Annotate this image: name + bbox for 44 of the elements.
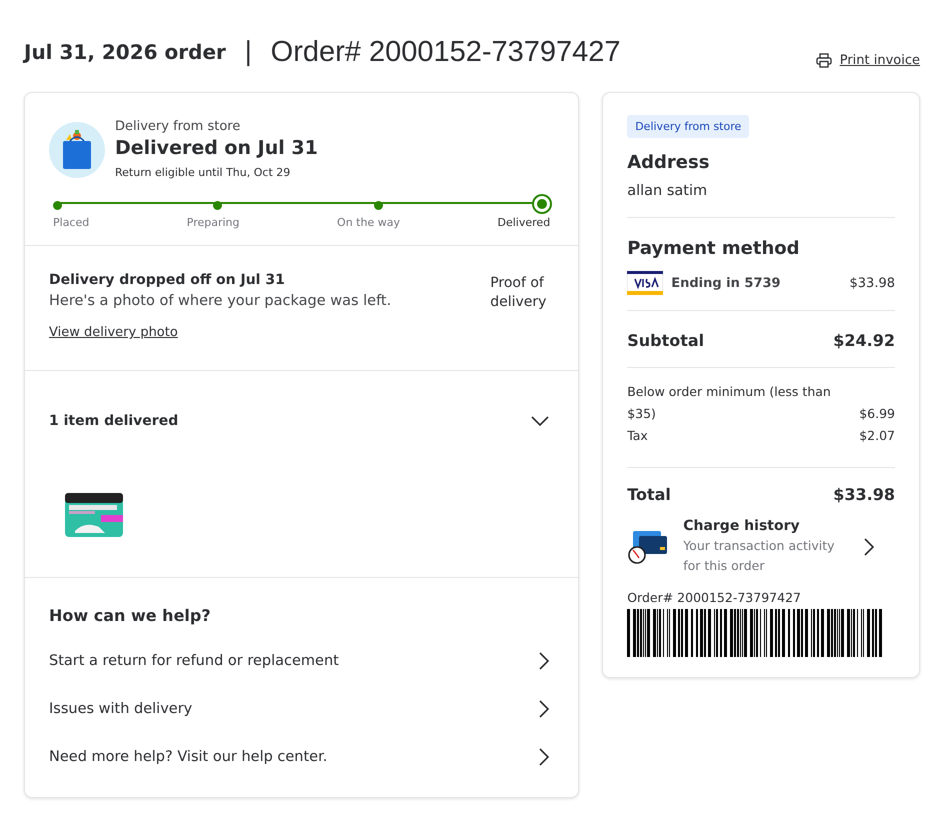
delivery-status-title: Delivered on Jul 31 [115,137,318,159]
subtotal-amount: $24.92 [833,331,895,350]
payment-method-title: Payment method [627,238,801,259]
fee-label: Below order minimum (less than $35) [627,383,832,423]
progress-step-label: Preparing [186,216,240,229]
progress-step-label: On the way [337,216,400,229]
card-ending-text: Ending in 5739 [671,276,782,290]
delivery-type-tag: Delivery from store [627,115,750,138]
product-package-drawing [65,493,123,539]
title-separator: | [244,37,253,67]
card-icon [627,271,664,295]
subtotal-label: Subtotal [627,331,704,350]
return-eligibility-text: Return eligible until Thu, Oct 29 [115,166,292,179]
card-amount: $33.98 [850,276,895,290]
drop-off-title: Delivery dropped off on Jul 31 [49,272,286,288]
total-amount: $33.98 [833,485,895,504]
address-title: Address [627,152,710,173]
order-number-title: Order# 2000152-73797427 [270,36,622,68]
fee-amount: $2.07 [859,427,895,445]
items-count-title: 1 item delivered [49,413,178,429]
help-option[interactable]: Start a return for refund or replacement [49,637,550,685]
progress-step-label: Placed [53,216,90,229]
chevron-right-icon [538,747,550,767]
chevron-right-icon [538,651,550,671]
help-option[interactable]: Issues with delivery [49,685,550,733]
help-title: How can we help? [49,606,212,625]
fee-label: Tax [627,427,649,445]
print-invoice-link[interactable]: Print invoice [840,52,920,68]
delivery-type-text: Delivery from store [115,119,242,134]
drop-off-text: Here's a photo of where your package was left. [49,293,392,309]
printer-icon[interactable] [816,52,832,68]
help-option[interactable]: Need more help? Visit our help center. [49,733,550,781]
order-date-title: Jul 31, 2026 order [24,40,226,64]
order-number-text: Order# 2000152-73797427 [627,590,802,605]
fee-amount: $6.99 [859,405,895,423]
chevron-right-icon [538,699,550,719]
total-label: Total [627,485,671,504]
chevron-down-icon[interactable] [530,415,550,427]
address-name: allan satim [627,183,708,199]
charge-history-button[interactable]: Charge history Your transaction activity for this order [627,518,895,576]
progress-step-label: Delivered [498,216,550,229]
chevron-right-icon [863,537,876,557]
view-photo-link[interactable]: View delivery photo [49,325,178,340]
photo-alt-text: Proof of delivery [490,274,548,312]
